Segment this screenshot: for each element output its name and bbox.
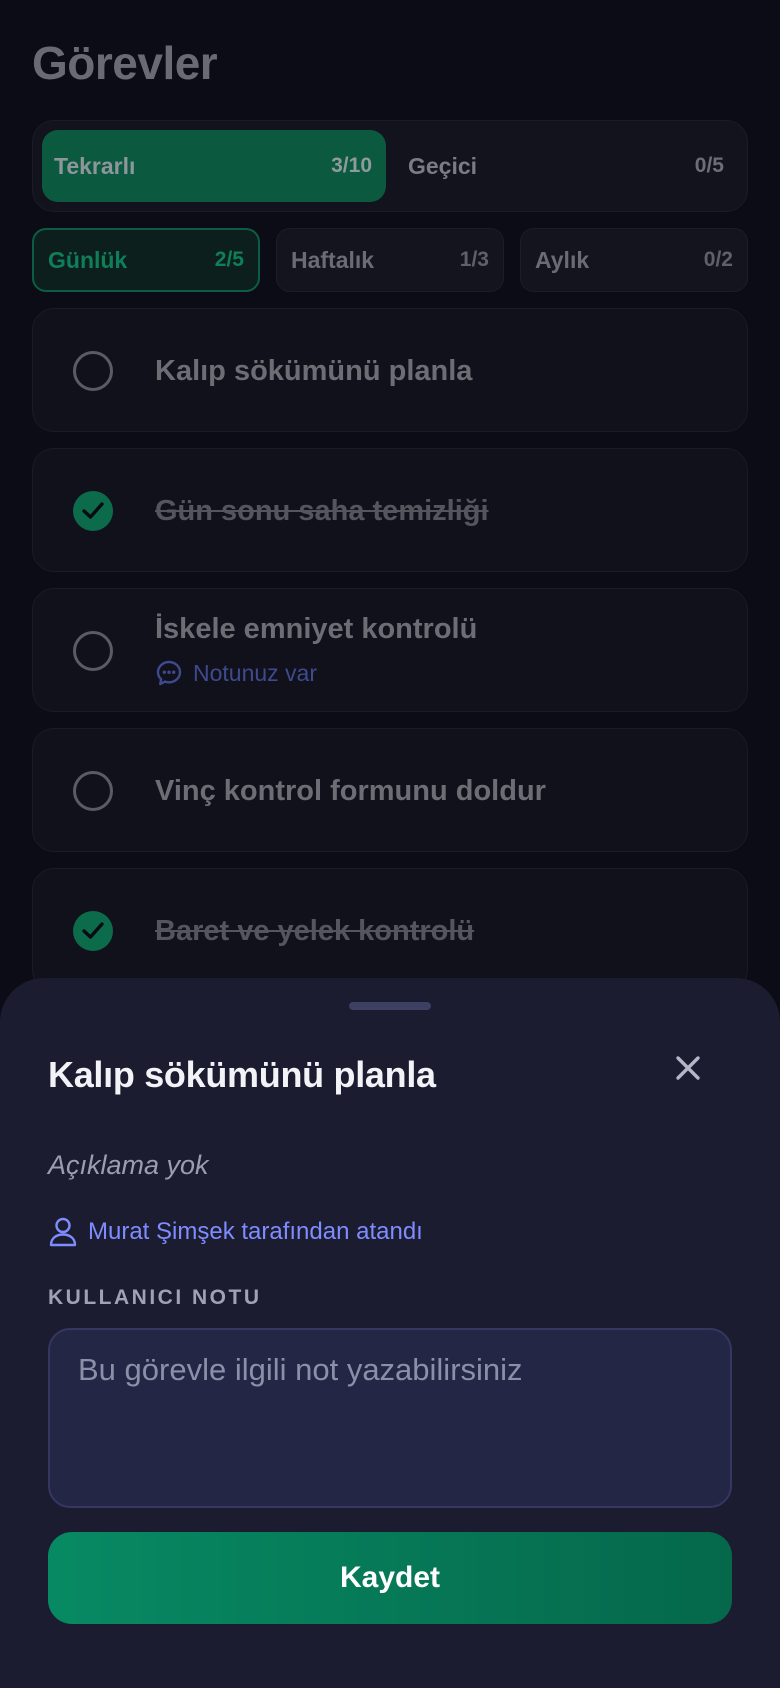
chat-bubble-icon — [156, 660, 182, 686]
page-title: Görevler — [32, 37, 218, 89]
segment-temporary[interactable]: Geçici 0/5 — [396, 130, 738, 202]
period-label: Haftalık — [291, 246, 375, 273]
segment-label: Geçici — [408, 152, 478, 179]
task-checkbox-checked[interactable] — [73, 911, 113, 951]
task-checkbox[interactable] — [73, 771, 113, 811]
period-tab-daily[interactable]: Günlük 2/5 — [32, 228, 260, 292]
task-title: Baret ve yelek kontrolü — [155, 914, 475, 947]
segment-count: 0/5 — [694, 154, 724, 177]
user-note-input[interactable] — [48, 1328, 732, 1508]
task-item[interactable]: İskele emniyet kontrolü Notunuz var — [32, 588, 748, 712]
period-tab-weekly[interactable]: Haftalık 1/3 — [276, 228, 504, 292]
save-button[interactable]: Kaydet — [48, 1532, 732, 1624]
task-title: Gün sonu saha temizliği — [155, 494, 489, 527]
segment-label: Tekrarlı — [54, 152, 136, 179]
checkmark-icon — [82, 502, 104, 519]
checkmark-icon — [82, 922, 104, 939]
segment-count: 3/10 — [331, 154, 372, 177]
task-item[interactable]: Baret ve yelek kontrolü — [32, 868, 748, 992]
task-note-text: Notunuz var — [193, 659, 318, 686]
task-checkbox[interactable] — [73, 631, 113, 671]
period-label: Aylık — [535, 246, 590, 273]
sheet-drag-handle[interactable] — [349, 1002, 431, 1010]
task-title: Vinç kontrol formunu doldur — [155, 774, 546, 807]
assigned-by-row: Murat Şimşek tarafından atandı — [48, 1216, 423, 1248]
user-icon — [49, 1217, 77, 1247]
task-item[interactable]: Kalıp sökümünü planla — [32, 308, 748, 432]
screen: Görevler Tekrarlı 3/10 Geçici 0/5 Günlük… — [0, 0, 780, 1688]
task-note-indicator: Notunuz var — [155, 659, 317, 687]
period-tab-monthly[interactable]: Aylık 0/2 — [520, 228, 748, 292]
task-item[interactable]: Gün sonu saha temizliği — [32, 448, 748, 572]
close-button[interactable] — [664, 1044, 712, 1092]
period-count: 2/5 — [214, 248, 244, 271]
user-note-label: KULLANICI NOTU — [48, 1286, 262, 1309]
task-checkbox[interactable] — [73, 351, 113, 391]
close-icon — [676, 1056, 700, 1080]
period-count: 1/3 — [459, 248, 489, 271]
task-checkbox-checked[interactable] — [73, 491, 113, 531]
task-title: Kalıp sökümünü planla — [155, 354, 473, 387]
period-count: 0/2 — [703, 248, 733, 271]
assigned-by-text: Murat Şimşek tarafından atandı — [88, 1218, 423, 1245]
segment-recurring[interactable]: Tekrarlı 3/10 — [42, 130, 386, 202]
task-item[interactable]: Vinç kontrol formunu doldur — [32, 728, 748, 852]
task-description: Açıklama yok — [48, 1150, 209, 1180]
task-type-segmented-control: Tekrarlı 3/10 Geçici 0/5 — [32, 120, 748, 212]
sheet-title: Kalıp sökümünü planla — [48, 1054, 436, 1095]
task-title: İskele emniyet kontrolü — [155, 613, 478, 645]
period-label: Günlük — [48, 246, 128, 273]
task-detail-sheet: Kalıp sökümünü planla Açıklama yok Murat… — [0, 978, 780, 1688]
